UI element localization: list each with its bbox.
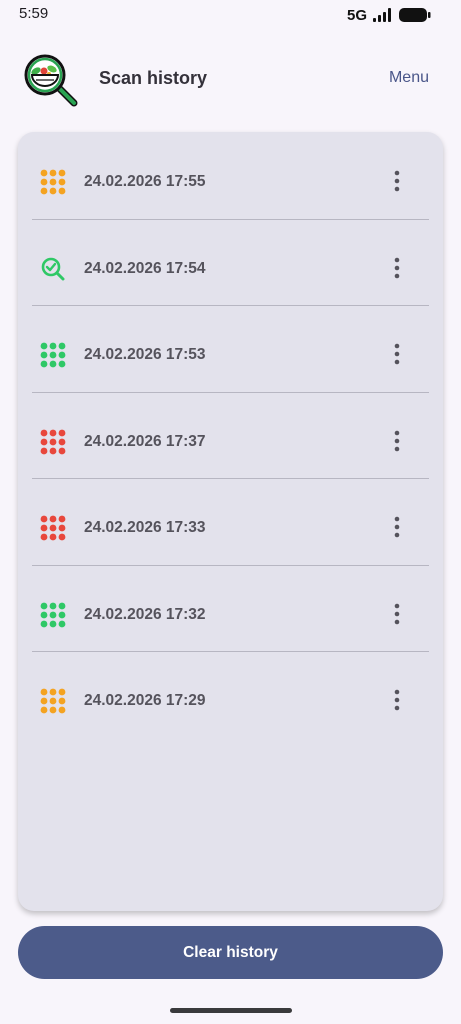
history-item-date: 24.02.2026 17:54 <box>84 259 206 277</box>
status-indicators: 5G <box>347 6 431 24</box>
clear-history-button[interactable]: Clear history <box>18 926 443 979</box>
more-vert-icon[interactable] <box>390 257 404 279</box>
search-check-icon <box>41 257 65 280</box>
signal-icon <box>373 8 391 22</box>
history-item[interactable]: 24.02.2026 17:54 <box>18 218 443 306</box>
home-indicator[interactable] <box>170 1008 292 1013</box>
more-vert-icon[interactable] <box>390 516 404 538</box>
network-type: 5G <box>346 6 367 24</box>
status-time: 5:59 <box>19 5 49 22</box>
history-item[interactable]: 24.02.2026 17:37 <box>18 391 443 479</box>
salad-magnifier-logo <box>24 54 78 107</box>
app-header: Scan history Menu <box>0 40 461 116</box>
history-item-date: 24.02.2026 17:29 <box>84 692 206 709</box>
grid-dots-icon <box>40 515 66 541</box>
more-vert-icon[interactable] <box>390 430 404 452</box>
grid-dots-icon <box>40 602 66 627</box>
page-title: Scan history <box>99 68 208 88</box>
history-item-date: 24.02.2026 17:33 <box>84 519 206 536</box>
history-item-date: 24.02.2026 17:55 <box>84 173 206 190</box>
history-item-date: 24.02.2026 17:53 <box>84 346 206 363</box>
history-item[interactable]: 24.02.2026 17:29 <box>18 651 443 738</box>
status-bar: 5:59 5G <box>0 0 461 30</box>
history-item[interactable]: 24.02.2026 17:55 <box>18 132 443 219</box>
grid-dots-icon <box>40 688 66 714</box>
history-item-date: 24.02.2026 17:37 <box>84 432 206 450</box>
more-vert-icon[interactable] <box>390 170 404 192</box>
menu-button[interactable]: Menu <box>389 69 429 87</box>
history-item[interactable]: 24.02.2026 17:32 <box>18 564 443 652</box>
history-item[interactable]: 24.02.2026 17:33 <box>18 478 443 565</box>
grid-dots-icon <box>40 342 66 368</box>
battery-icon <box>399 8 431 22</box>
more-vert-icon[interactable] <box>390 689 404 711</box>
history-item-date: 24.02.2026 17:32 <box>84 605 206 623</box>
grid-dots-icon <box>40 429 66 454</box>
more-vert-icon[interactable] <box>390 603 404 625</box>
grid-dots-icon <box>40 169 66 195</box>
history-card: 24.02.2026 17:55 24.02.2026 17:54 24.02.20… <box>18 132 443 911</box>
history-item[interactable]: 24.02.2026 17:53 <box>18 305 443 392</box>
more-vert-icon[interactable] <box>390 343 404 365</box>
history-list: 24.02.2026 17:55 24.02.2026 17:54 24.02.20… <box>18 132 443 738</box>
